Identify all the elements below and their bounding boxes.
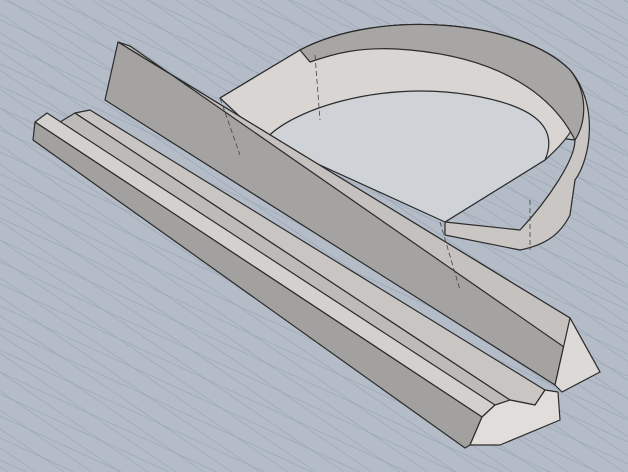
grid-line — [0, 315, 233, 472]
grid-line — [0, 334, 205, 472]
grid-line — [575, 0, 628, 25]
grid-line — [595, 0, 628, 22]
grid-line — [0, 409, 93, 472]
grid-line — [0, 466, 9, 472]
grid-line — [0, 393, 170, 472]
grid-line — [567, 0, 628, 41]
grid-line — [539, 0, 628, 60]
cad-viewport[interactable] — [0, 0, 628, 472]
grid-line — [0, 349, 265, 472]
grid-line — [0, 371, 217, 472]
grid-line — [0, 296, 261, 472]
grid-line — [0, 459, 27, 472]
cad-scene — [0, 0, 628, 472]
cup-part — [219, 23, 590, 251]
grid-line — [0, 428, 65, 472]
grid-line — [0, 371, 149, 472]
grid-line — [0, 415, 122, 472]
